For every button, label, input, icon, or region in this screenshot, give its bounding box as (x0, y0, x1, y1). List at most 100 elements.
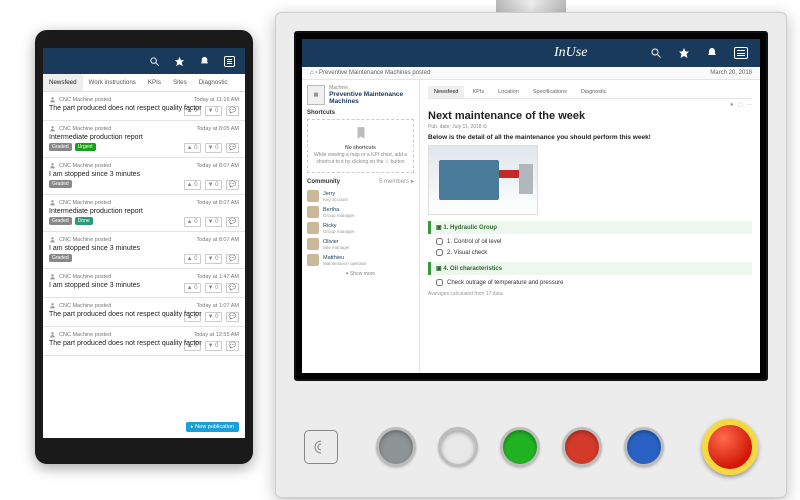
menu-icon[interactable] (734, 47, 748, 59)
avatar (307, 206, 319, 218)
feed-item[interactable]: CNC Machine posted Today at 11:16 AM The… (43, 92, 245, 121)
task-item[interactable]: Check outrage of temperature and pressur… (428, 277, 752, 288)
downvote-icon[interactable]: ▼ 0 (205, 254, 222, 264)
comment-icon[interactable]: 💬 (226, 180, 239, 190)
star-icon[interactable] (174, 56, 185, 67)
app-brand: InUse (554, 45, 587, 61)
task-checkbox[interactable] (436, 249, 443, 256)
breadcrumb[interactable]: ⌂ › Preventive Maintenance Machines post… (302, 67, 760, 80)
downvote-icon[interactable]: ▼ 0 (205, 283, 222, 293)
panel-tab-newsfeed[interactable]: Newsfeed (428, 86, 464, 98)
comment-icon[interactable]: 💬 (226, 254, 239, 264)
comment-icon[interactable]: 💬 (226, 341, 239, 351)
comment-icon[interactable]: 💬 (226, 312, 239, 322)
comment-icon[interactable]: 💬 (226, 283, 239, 293)
machine-icon: ▦ (307, 85, 325, 105)
feed-item[interactable]: CNC Machine posted Today at 8:07 AM Inte… (43, 195, 245, 232)
search-icon[interactable] (650, 47, 662, 59)
machine-image (428, 145, 538, 215)
upvote-icon[interactable]: ▲ 0 (184, 180, 201, 190)
panel-tabs: NewsfeedKPIsLocationSpecificationsDiagno… (428, 86, 752, 99)
tablet-tabs: NewsfeedWork instructionsKPIsSitesDiagno… (43, 74, 245, 92)
panel-tab-kpis[interactable]: KPIs (466, 86, 490, 98)
feed-item[interactable]: CNC Machine posted Today at 8:05 AM Inte… (43, 121, 245, 158)
community-member[interactable]: JerryKey account (307, 188, 414, 204)
community-member[interactable]: RickyGroup manager (307, 220, 414, 236)
panel-tab-specifications[interactable]: Specifications (527, 86, 573, 98)
hardware-button-white[interactable] (438, 427, 478, 467)
task-section-head[interactable]: ▣ 1. Hydraulic Group (428, 221, 752, 234)
community-member[interactable]: MatthieuMaintenance operator (307, 252, 414, 268)
shortcuts-empty: No shortcuts While viewing a map or a KP… (307, 119, 414, 173)
tablet-tab-newsfeed[interactable]: Newsfeed (43, 74, 83, 91)
community-title: Community 5 members ▸ (307, 178, 414, 185)
hardware-button-grey[interactable] (376, 427, 416, 467)
nfc-reader-icon[interactable] (304, 430, 338, 464)
post-pubdate: Pub. date: July 11, 2018 ⏲ (428, 124, 752, 130)
downvote-icon[interactable]: ▼ 0 (205, 312, 222, 322)
upvote-icon[interactable]: ▲ 0 (184, 217, 201, 227)
task-checkbox[interactable] (436, 279, 443, 286)
comment-icon[interactable]: 💬 (226, 143, 239, 153)
task-section: ▣ 4. Oil characteristics Check outrage of… (428, 262, 752, 288)
community-section: Community 5 members ▸ JerryKey accountBe… (307, 178, 414, 280)
tablet-tab-diagnostic[interactable]: Diagnostic (193, 74, 234, 91)
hardware-controls (276, 397, 786, 497)
tablet-device: NewsfeedWork instructionsKPIsSitesDiagno… (35, 30, 253, 464)
tablet-tab-sites[interactable]: Sites (167, 74, 193, 91)
feed-item[interactable]: CNC Machine posted Today at 1:07 AM The … (43, 298, 245, 327)
avatar (307, 190, 319, 202)
emergency-stop-button[interactable] (702, 419, 758, 475)
new-publication-button[interactable]: ▸ New publication (186, 422, 239, 432)
comment-icon[interactable]: 💬 (226, 106, 239, 116)
feed-item[interactable]: CNC Machine posted Today at 8:07 AM I am… (43, 232, 245, 269)
upvote-icon[interactable]: ▲ 0 (184, 254, 201, 264)
task-item[interactable]: 1. Control of oil level (428, 236, 752, 247)
task-section-head[interactable]: ▣ 4. Oil characteristics (428, 262, 752, 275)
task-item[interactable]: 2. Visual check (428, 247, 752, 258)
breadcrumb-date: March 20, 2018 (710, 70, 752, 76)
machine-header: ▦ Machine Preventive Maintenance Machine… (307, 85, 414, 105)
downvote-icon[interactable]: ▼ 0 (205, 217, 222, 227)
bell-icon[interactable] (706, 47, 718, 59)
task-checkbox[interactable] (436, 238, 443, 245)
feed-item[interactable]: CNC Machine posted Today at 8:07 AM I am… (43, 158, 245, 195)
task-section: ▣ 1. Hydraulic Group 1. Control of oil le… (428, 221, 752, 258)
upvote-icon[interactable]: ▲ 0 (184, 283, 201, 293)
bookmark-icon (354, 126, 368, 140)
comment-icon[interactable]: 💬 (226, 217, 239, 227)
tablet-tab-kpis[interactable]: KPIs (142, 74, 167, 91)
panel-main: NewsfeedKPIsLocationSpecificationsDiagno… (420, 80, 760, 373)
show-more-button[interactable]: ▾ Show more (307, 268, 414, 280)
avatar (307, 222, 319, 234)
newsfeed-list: CNC Machine posted Today at 11:16 AM The… (43, 92, 245, 438)
panel-tab-diagnostic[interactable]: Diagnostic (575, 86, 613, 98)
downvote-icon[interactable]: ▼ 0 (205, 341, 222, 351)
upvote-icon[interactable]: ▲ 0 (184, 143, 201, 153)
hardware-button-red[interactable] (562, 427, 602, 467)
shortcuts-title: Shortcuts (307, 110, 414, 116)
menu-icon[interactable] (224, 56, 235, 67)
hardware-button-green[interactable] (500, 427, 540, 467)
panel-bezel: InUse ⌂ › Preventive Maintenance Machine… (294, 31, 768, 381)
tablet-tab-work-instructions[interactable]: Work instructions (83, 74, 142, 91)
search-icon[interactable] (149, 56, 160, 67)
downvote-icon[interactable]: ▼ 0 (205, 106, 222, 116)
feed-item[interactable]: CNC Machine posted Today at 12:55 AM The… (43, 327, 245, 356)
downvote-icon[interactable]: ▼ 0 (205, 180, 222, 190)
star-icon[interactable] (678, 47, 690, 59)
tablet-header (43, 48, 245, 74)
shortcuts-section: Shortcuts No shortcuts While viewing a m… (307, 110, 414, 173)
bell-icon[interactable] (199, 56, 210, 67)
footer-note: Averages calculated from 17 data. (428, 291, 752, 297)
avatar (307, 254, 319, 266)
feed-item[interactable]: CNC Machine posted Today at 1:47 AM I am… (43, 269, 245, 298)
panel-sidebar: ▦ Machine Preventive Maintenance Machine… (302, 80, 420, 373)
community-member[interactable]: OlivierSite manager (307, 236, 414, 252)
panel-tab-location[interactable]: Location (492, 86, 525, 98)
panel-screen: InUse ⌂ › Preventive Maintenance Machine… (302, 39, 760, 373)
downvote-icon[interactable]: ▼ 0 (205, 143, 222, 153)
post-actions[interactable]: ★ ⬚ ⋯ (729, 102, 752, 108)
community-member[interactable]: BerthaGroup manager (307, 204, 414, 220)
hardware-button-blue[interactable] (624, 427, 664, 467)
